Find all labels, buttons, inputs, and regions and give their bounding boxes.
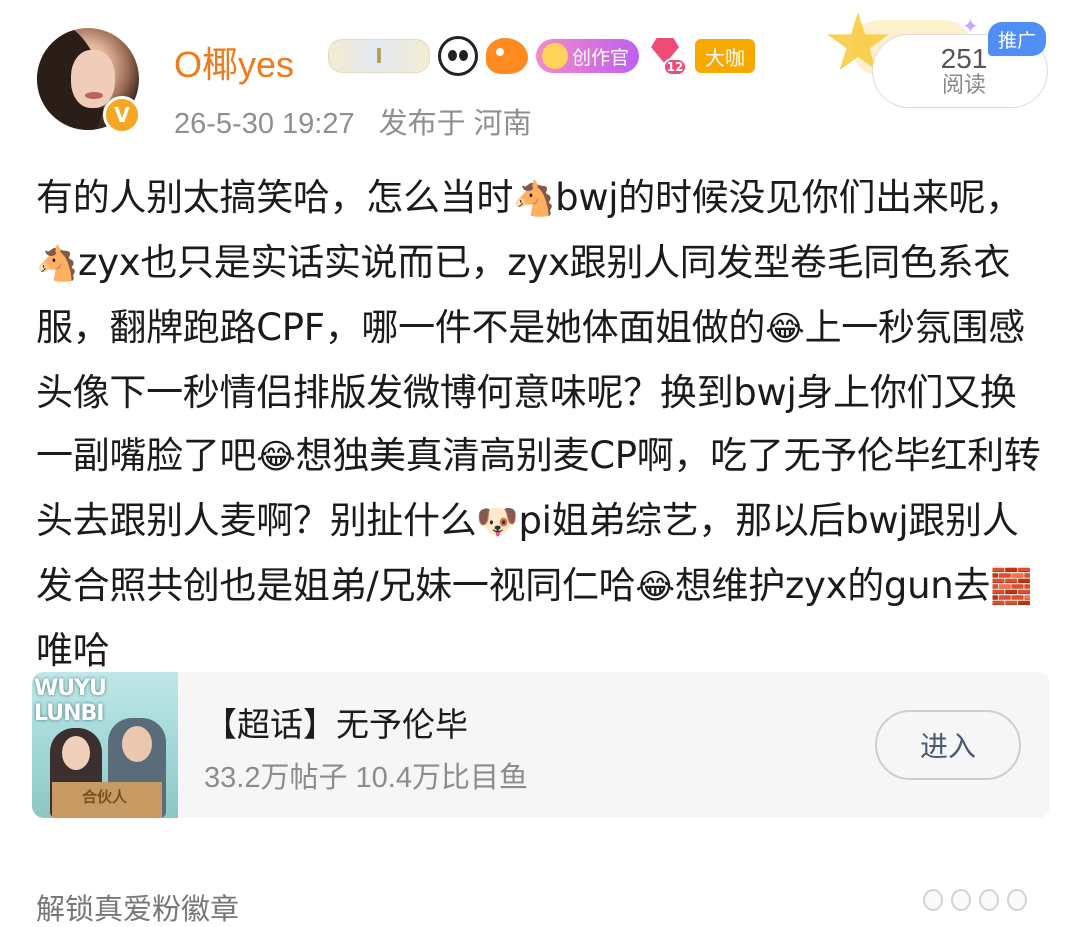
promo-badge[interactable]: 推广 bbox=[988, 22, 1046, 56]
laugh-cry-emoji-icon: 😂 bbox=[256, 437, 296, 477]
avatar-lips bbox=[85, 92, 103, 99]
topic-name[interactable]: 【超话】无予伦毕 bbox=[204, 698, 468, 746]
topic-stats: 33.2万帖子 10.4万比目鱼 bbox=[204, 762, 528, 794]
post-timestamp: 26-5-30 19:27 bbox=[174, 108, 355, 140]
avatar-face bbox=[71, 50, 115, 108]
post-text-part: 想维护zyx的gun去 bbox=[674, 564, 991, 607]
topic-thumbnail: WUYU LUNBI 合伙人 bbox=[32, 672, 178, 818]
creator-badge[interactable]: 创作官 bbox=[536, 39, 640, 73]
enter-topic-button[interactable]: 进入 bbox=[875, 710, 1021, 780]
super-topic-card[interactable]: WUYU LUNBI 合伙人 【超话】无予伦毕 33.2万帖子 10.4万比目鱼… bbox=[32, 672, 1050, 818]
read-label: 阅读 bbox=[941, 73, 986, 99]
horse-emoji-icon: 🐴 bbox=[36, 244, 79, 284]
level-glyph: I bbox=[375, 44, 383, 68]
laugh-cry-emoji-icon: 😂 bbox=[635, 567, 675, 607]
author-name[interactable]: O椰yes bbox=[174, 36, 294, 88]
brick-emoji-icon: 🧱 bbox=[990, 567, 1033, 607]
badge-slot-icon bbox=[1007, 889, 1027, 911]
post-meta: 26-5-30 19:27 发布于 河南 bbox=[174, 100, 532, 142]
post-location: 发布于 河南 bbox=[378, 108, 532, 140]
post-body: 有的人别太搞笑哈，怎么当时🐴bwj的时候没见你们出来呢，🐴zyx也只是实话实说而… bbox=[36, 166, 1052, 682]
dog-emoji-icon: 🐶 bbox=[476, 502, 519, 542]
vip-badge[interactable]: 大咖 bbox=[695, 39, 756, 73]
post-text-part: bwj的时候没见你们出来呢， bbox=[555, 176, 1022, 219]
post-text-part: 有的人别太搞笑哈，怎么当时 bbox=[36, 176, 514, 219]
thumbnail-logo: 合伙人 bbox=[82, 788, 128, 806]
verified-badge-icon: V bbox=[103, 96, 141, 134]
unlock-fan-badge-link[interactable]: 解锁真爱粉徽章 bbox=[36, 886, 239, 927]
thumbnail-face-right bbox=[122, 726, 152, 762]
badge-slot-icon bbox=[979, 889, 999, 911]
badge-slot-icon bbox=[951, 889, 971, 911]
fan-badge-slots-icon bbox=[923, 889, 1035, 917]
thumbnail-title: WUYU LUNBI bbox=[34, 676, 107, 726]
panda-icon[interactable] bbox=[438, 36, 478, 76]
level-wings-icon[interactable]: I bbox=[328, 39, 430, 73]
horse-emoji-icon: 🐴 bbox=[513, 179, 556, 219]
author-badges: I 创作官 12 大咖 bbox=[328, 36, 756, 76]
laugh-cry-emoji-icon: 😂 bbox=[765, 309, 805, 349]
badge-slot-icon bbox=[923, 889, 943, 911]
gem-level-number: 12 bbox=[663, 58, 688, 76]
post-text-part: 唯哈 bbox=[36, 629, 110, 672]
read-count: 251 bbox=[940, 42, 988, 74]
thumbnail-face-left bbox=[62, 736, 90, 770]
fish-icon[interactable] bbox=[486, 38, 528, 74]
gem-level-icon[interactable]: 12 bbox=[647, 36, 688, 76]
